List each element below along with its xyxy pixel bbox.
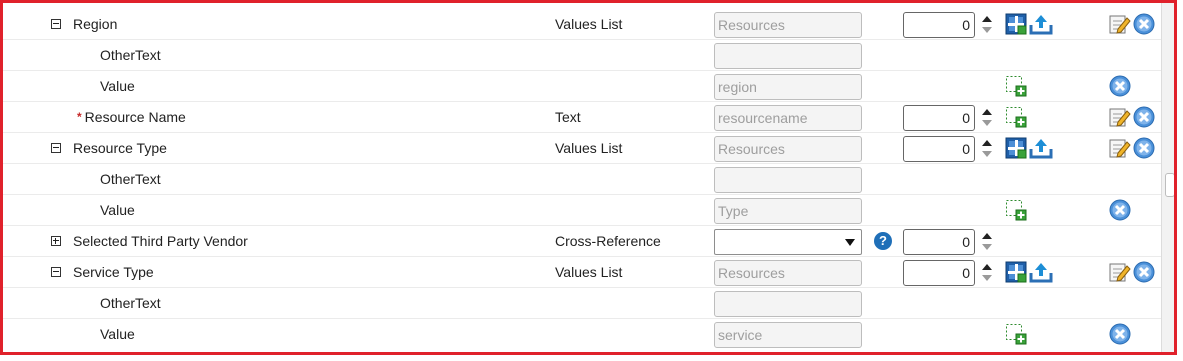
- field-row-othertext: OtherText: [3, 164, 1171, 195]
- delete-icon[interactable]: [1133, 106, 1155, 128]
- text-field[interactable]: resourcename: [714, 105, 862, 131]
- text-field[interactable]: Resources: [714, 260, 862, 286]
- edit-icon[interactable]: [1109, 261, 1131, 283]
- upload-icon[interactable]: [1029, 261, 1053, 283]
- order-spinner[interactable]: [981, 138, 993, 160]
- order-number-input[interactable]: 0: [903, 136, 975, 162]
- order-number-input[interactable]: 0: [903, 229, 975, 255]
- add-value-icon[interactable]: [1005, 13, 1027, 35]
- field-label: Resource Name: [84, 109, 186, 125]
- field-label: OtherText: [100, 171, 161, 187]
- add-value-icon[interactable]: [1005, 137, 1027, 159]
- required-marker: *: [77, 110, 82, 124]
- add-item-icon[interactable]: [1005, 75, 1027, 97]
- spin-down-icon[interactable]: [982, 244, 992, 250]
- field-type: Values List: [555, 264, 623, 280]
- vertical-scrollbar[interactable]: [1161, 3, 1174, 352]
- field-label-cell: Service Type: [51, 257, 154, 287]
- order-number-input[interactable]: 0: [903, 260, 975, 286]
- delete-icon[interactable]: [1109, 323, 1131, 345]
- spin-up-icon[interactable]: [982, 16, 992, 22]
- field-label-cell: Resource Type: [51, 133, 167, 163]
- field-type: Values List: [555, 16, 623, 32]
- text-field[interactable]: region: [714, 74, 862, 100]
- expand-icon[interactable]: [51, 236, 61, 246]
- scrollbar-thumb[interactable]: [1165, 173, 1174, 197]
- upload-icon[interactable]: [1029, 137, 1053, 159]
- field-label: Value: [100, 202, 135, 218]
- text-field[interactable]: Resources: [714, 136, 862, 162]
- field-label: OtherText: [100, 295, 161, 311]
- spin-down-icon[interactable]: [982, 27, 992, 33]
- order-number-input[interactable]: 0: [903, 105, 975, 131]
- field-type: Cross-Reference: [555, 233, 661, 249]
- edit-icon[interactable]: [1109, 106, 1131, 128]
- order-spinner[interactable]: [981, 14, 993, 36]
- field-row-othertext: OtherText: [3, 40, 1171, 71]
- spin-up-icon[interactable]: [982, 233, 992, 239]
- collapse-icon[interactable]: [51, 143, 61, 153]
- order-number-input[interactable]: 0: [903, 12, 975, 38]
- field-row-resource-type: Resource Type Values List Resources 0: [3, 133, 1171, 164]
- field-row-resource-name: * Resource Name Text resourcename 0: [3, 102, 1171, 133]
- field-list-panel: Region Values List Resources 0 OtherText…: [0, 0, 1177, 355]
- delete-icon[interactable]: [1133, 13, 1155, 35]
- order-spinner[interactable]: [981, 231, 993, 253]
- field-label: Selected Third Party Vendor: [73, 233, 248, 249]
- add-item-icon[interactable]: [1005, 199, 1027, 221]
- collapse-icon[interactable]: [51, 19, 61, 29]
- field-row-selected-third-party-vendor: Selected Third Party Vendor Cross-Refere…: [3, 226, 1171, 257]
- delete-icon[interactable]: [1133, 261, 1155, 283]
- field-label: Region: [73, 16, 118, 32]
- text-field[interactable]: [714, 43, 862, 69]
- spin-up-icon[interactable]: [982, 109, 992, 115]
- order-spinner[interactable]: [981, 262, 993, 284]
- field-label: OtherText: [100, 47, 161, 63]
- text-field[interactable]: Type: [714, 198, 862, 224]
- edit-icon[interactable]: [1109, 137, 1131, 159]
- field-label-cell: Selected Third Party Vendor: [51, 226, 248, 256]
- field-row-value: Value Type: [3, 195, 1171, 226]
- spin-up-icon[interactable]: [982, 140, 992, 146]
- delete-icon[interactable]: [1133, 137, 1155, 159]
- add-item-icon[interactable]: [1005, 106, 1027, 128]
- spin-down-icon[interactable]: [982, 151, 992, 157]
- field-type: Text: [555, 109, 581, 125]
- spin-up-icon[interactable]: [982, 264, 992, 270]
- text-field[interactable]: [714, 167, 862, 193]
- text-field[interactable]: Resources: [714, 12, 862, 38]
- text-field[interactable]: service: [714, 322, 862, 348]
- field-type: Values List: [555, 140, 623, 156]
- add-value-icon[interactable]: [1005, 261, 1027, 283]
- field-label: Value: [100, 78, 135, 94]
- add-item-icon[interactable]: [1005, 323, 1027, 345]
- field-label-cell: * Resource Name: [77, 102, 186, 132]
- spin-down-icon[interactable]: [982, 120, 992, 126]
- field-row-region: Region Values List Resources 0: [3, 9, 1171, 40]
- collapse-icon[interactable]: [51, 267, 61, 277]
- cross-reference-select[interactable]: [714, 229, 862, 255]
- upload-icon[interactable]: [1029, 13, 1053, 35]
- field-label: Value: [100, 326, 135, 342]
- order-spinner[interactable]: [981, 107, 993, 129]
- field-rows: Region Values List Resources 0 OtherText…: [3, 9, 1171, 350]
- delete-icon[interactable]: [1109, 75, 1131, 97]
- field-row-value: Value service: [3, 319, 1171, 350]
- spin-down-icon[interactable]: [982, 275, 992, 281]
- text-field[interactable]: [714, 291, 862, 317]
- field-label: Service Type: [73, 264, 154, 280]
- help-icon[interactable]: ?: [874, 232, 892, 250]
- field-label-cell: Region: [51, 9, 117, 39]
- field-row-value: Value region: [3, 71, 1171, 102]
- field-label: Resource Type: [73, 140, 167, 156]
- edit-icon[interactable]: [1109, 13, 1131, 35]
- field-row-service-type: Service Type Values List Resources 0: [3, 257, 1171, 288]
- field-row-othertext: OtherText: [3, 288, 1171, 319]
- dropdown-arrow-icon[interactable]: [845, 239, 855, 246]
- delete-icon[interactable]: [1109, 199, 1131, 221]
